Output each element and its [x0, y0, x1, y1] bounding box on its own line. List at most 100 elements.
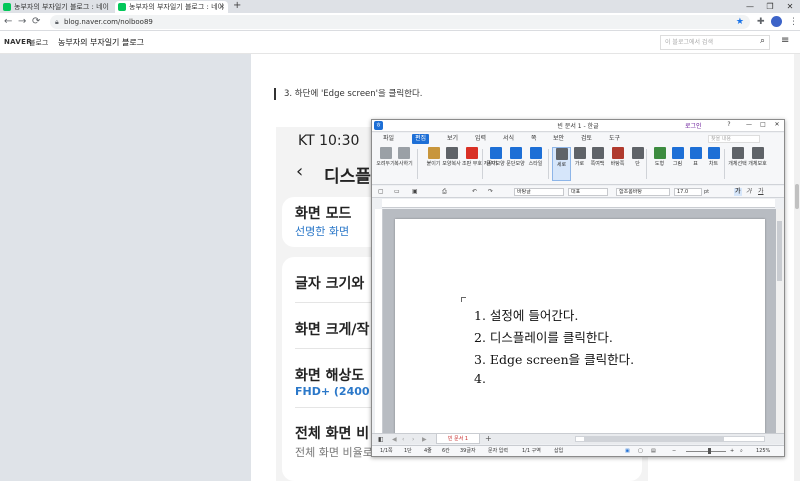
- tab-prev-icon[interactable]: ‹: [402, 436, 404, 444]
- tab-nav-icon[interactable]: ◧: [378, 436, 384, 444]
- font-size-input[interactable]: 17.0: [674, 188, 702, 196]
- maximize-button[interactable]: ❐: [760, 0, 780, 13]
- document-line-3[interactable]: 3. Edge screen을 클릭한다.: [474, 349, 634, 368]
- view-web-icon[interactable]: ▢: [638, 447, 643, 456]
- ribbon-button-11[interactable]: 바탕쪽: [608, 147, 627, 167]
- underline-icon[interactable]: 가: [758, 188, 764, 196]
- redo-icon[interactable]: ↷: [488, 188, 493, 196]
- hwp-horizontal-scrollbar[interactable]: [575, 436, 765, 442]
- ribbon-button-4[interactable]: 조판 부호 지우기: [462, 147, 497, 167]
- hwp-menu-format[interactable]: 서식: [500, 134, 517, 144]
- ribbon-button-13[interactable]: 도형: [650, 147, 669, 167]
- status-insert-mode[interactable]: 삽입: [554, 447, 563, 456]
- minimize-button[interactable]: —: [740, 0, 760, 13]
- document-line-4[interactable]: 4.: [474, 371, 486, 386]
- vertical-ruler[interactable]: [375, 209, 383, 435]
- ribbon-button-2[interactable]: 붙이기: [424, 147, 443, 167]
- ribbon-button-9[interactable]: 가로: [570, 147, 589, 167]
- ribbon-button-3[interactable]: 모양복사: [442, 147, 461, 167]
- hwp-maximize-button[interactable]: □: [758, 121, 768, 128]
- tab-next-icon[interactable]: ›: [412, 436, 414, 444]
- ribbon-button-18[interactable]: 개체보호: [748, 147, 767, 167]
- document-page[interactable]: 1. 설정에 들어간다. 2. 디스플레이를 클릭한다. 3. Edge scr…: [395, 219, 765, 435]
- zoom-slider-knob[interactable]: [708, 448, 711, 454]
- open-folder-icon[interactable]: ▭: [394, 188, 400, 196]
- hamburger-menu-icon[interactable]: ≡: [781, 35, 789, 46]
- extensions-icon[interactable]: ✚: [757, 16, 765, 28]
- zoom-slider[interactable]: [686, 451, 726, 452]
- font-select[interactable]: 함초롬바탕: [616, 188, 670, 196]
- hwp-help-icon[interactable]: ?: [724, 121, 734, 128]
- document-line-2[interactable]: 2. 디스플레이를 클릭한다.: [474, 327, 613, 346]
- hwp-menu-view[interactable]: 보기: [444, 134, 461, 144]
- view-outline-icon[interactable]: ▤: [651, 447, 656, 456]
- horizontal-ruler[interactable]: [382, 199, 775, 208]
- hwp-minimize-button[interactable]: —: [744, 121, 754, 128]
- scrollbar-thumb[interactable]: [584, 437, 724, 441]
- tab-first-icon[interactable]: ◀: [392, 436, 397, 444]
- zoom-level[interactable]: 125%: [756, 447, 770, 456]
- scrollbar-thumb[interactable]: [777, 221, 782, 281]
- style-select[interactable]: 바탕글: [514, 188, 564, 196]
- ribbon-button-15[interactable]: 표: [686, 147, 705, 167]
- hwp-menu-page[interactable]: 쪽: [528, 134, 540, 144]
- hwp-menu-security[interactable]: 보안: [550, 134, 567, 144]
- reload-button[interactable]: ⟳: [32, 15, 40, 29]
- ribbon-button-5[interactable]: 글자모양: [486, 147, 505, 167]
- ribbon-button-14[interactable]: 그림: [668, 147, 687, 167]
- hwp-menu-file[interactable]: 파일: [380, 134, 397, 144]
- hwp-close-button[interactable]: ✕: [772, 121, 782, 128]
- language-select[interactable]: 대표: [568, 188, 608, 196]
- close-tab-icon[interactable]: ✕: [219, 1, 225, 13]
- url-input[interactable]: 🔒︎ blog.naver.com/nolboo89 ★: [50, 15, 750, 29]
- hwp-find-input[interactable]: 찾을 내용: [708, 135, 760, 143]
- hwp-menu-edit[interactable]: 편집: [412, 134, 430, 144]
- back-button[interactable]: ←: [4, 15, 12, 29]
- zoom-out-icon[interactable]: −: [672, 447, 676, 456]
- search-icon[interactable]: ⌕: [760, 36, 765, 46]
- profile-avatar[interactable]: [771, 16, 782, 27]
- zoom-in-icon[interactable]: +: [730, 447, 734, 456]
- ribbon-button-7[interactable]: 스타일: [526, 147, 545, 167]
- ribbon-button-1[interactable]: 복사하기: [394, 147, 413, 167]
- hwp-menu-insert[interactable]: 입력: [472, 134, 489, 144]
- font-unit[interactable]: pt: [704, 188, 709, 196]
- document-tab[interactable]: 빈 문서 1: [436, 434, 480, 444]
- ribbon-label: 붙이기: [426, 161, 441, 167]
- browser-tab-2[interactable]: 농부자의 부자일기 블로그 : 네이 ✕: [115, 1, 228, 13]
- page-scrollbar[interactable]: [794, 54, 800, 481]
- ribbon-button-6[interactable]: 문단모양: [506, 147, 525, 167]
- print-icon[interactable]: ⎙: [442, 188, 447, 196]
- scrollbar-thumb[interactable]: [795, 184, 799, 209]
- hwp-menu-tools[interactable]: 도구: [606, 134, 623, 144]
- close-window-button[interactable]: ✕: [780, 0, 800, 13]
- save-icon[interactable]: ▣: [412, 188, 418, 196]
- browser-menu-icon[interactable]: ⋮: [789, 16, 798, 28]
- blog-search-input[interactable]: 이 블로그에서 검색: [660, 35, 770, 50]
- forward-button[interactable]: →: [18, 15, 26, 29]
- new-document-icon[interactable]: ▢: [378, 188, 384, 196]
- tab-last-icon[interactable]: ▶: [422, 436, 427, 444]
- new-tab-button[interactable]: +: [233, 0, 241, 12]
- zoom-search-icon[interactable]: ⌕: [740, 447, 743, 456]
- bold-icon[interactable]: 가: [734, 188, 742, 196]
- ribbon-button-0[interactable]: 오려두기: [376, 147, 395, 167]
- undo-icon[interactable]: ↶: [472, 188, 477, 196]
- ribbon-button-17[interactable]: 개체선택: [728, 147, 747, 167]
- italic-icon[interactable]: 가: [746, 188, 752, 196]
- add-tab-button[interactable]: +: [485, 434, 492, 444]
- blog-section-link[interactable]: 블로그: [29, 38, 48, 48]
- naver-logo[interactable]: NAVER: [4, 38, 32, 46]
- view-normal-icon[interactable]: ▣: [625, 447, 630, 456]
- hwp-menu-review[interactable]: 검토: [578, 134, 595, 144]
- bookmark-star-icon[interactable]: ★: [736, 15, 744, 29]
- ribbon-button-16[interactable]: 차트: [704, 147, 723, 167]
- ribbon-button-12[interactable]: 단: [628, 147, 647, 167]
- document-line-1[interactable]: 1. 설정에 들어간다.: [474, 305, 578, 324]
- hwp-vertical-scrollbar[interactable]: [776, 209, 784, 435]
- hwp-login-button[interactable]: 로그인: [685, 121, 702, 130]
- ribbon-button-10[interactable]: 쪽여백: [588, 147, 607, 167]
- ribbon-button-8[interactable]: 세로: [552, 147, 571, 181]
- blog-name-link[interactable]: 농부자의 부자일기 블로그: [58, 37, 144, 48]
- browser-tab-1[interactable]: 농부자의 부자일기 블로그 : 네이: [0, 1, 113, 13]
